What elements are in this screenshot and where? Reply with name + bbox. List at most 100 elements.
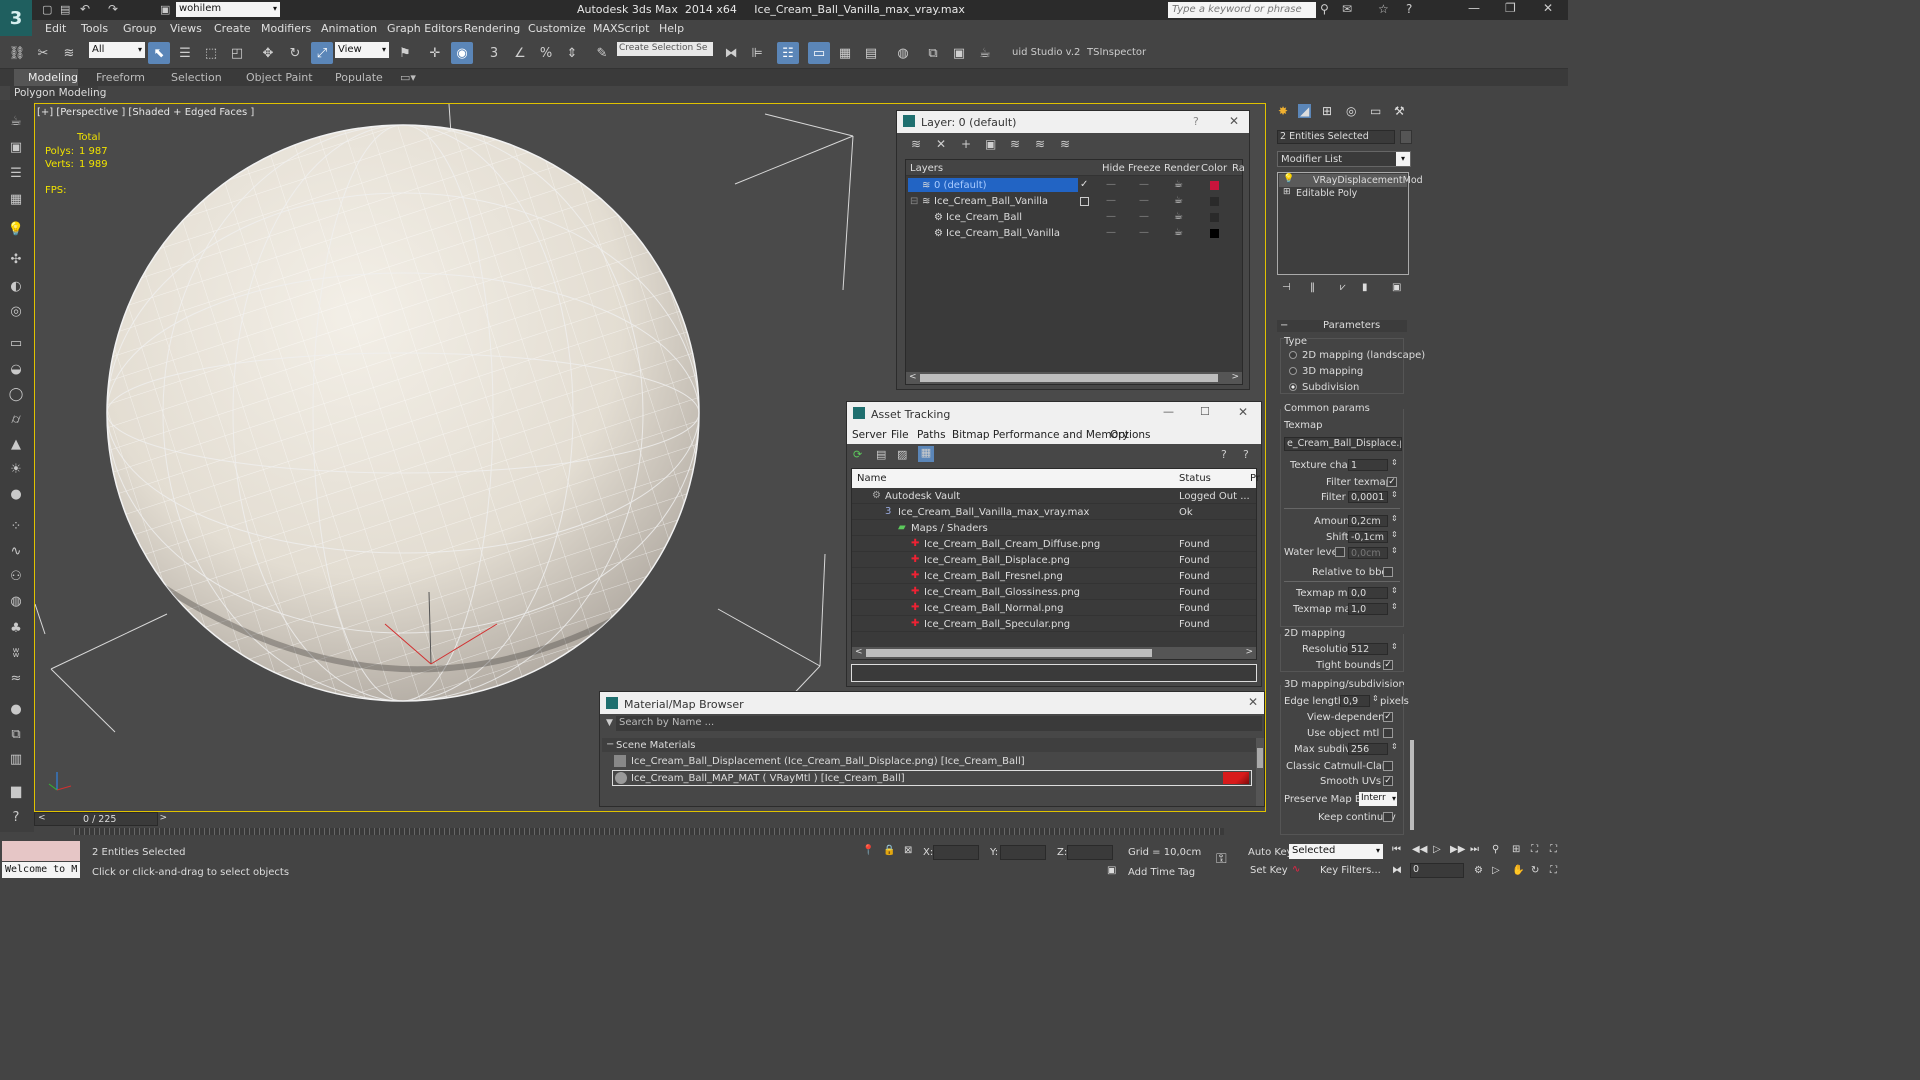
asset-row[interactable]: ▰ Maps / Shaders xyxy=(852,521,1256,536)
orbit-icon[interactable]: ↻ xyxy=(1531,865,1539,876)
zoom-all-icon[interactable]: ⊞ xyxy=(1512,844,1520,855)
named-selection-dropdown[interactable]: Create Selection Se xyxy=(617,42,713,56)
communication-icon[interactable]: ✉ xyxy=(1342,2,1352,16)
sphere-icon[interactable]: ◯ xyxy=(5,383,27,405)
menu-modifiers[interactable]: Modifiers xyxy=(261,22,311,35)
favorites-icon[interactable]: ☆ xyxy=(1378,2,1389,16)
key-mode-toggle-icon[interactable]: ⧓ xyxy=(1392,865,1402,876)
show-end-result-icon[interactable]: ‖ xyxy=(1310,282,1315,293)
question-icon[interactable]: ? xyxy=(5,806,27,828)
layer-row[interactable]: ⚙ Ice_Cream_Ball — — ☕ xyxy=(906,210,1242,225)
help-icon[interactable]: ? xyxy=(1406,2,1412,16)
next-frame-icon[interactable]: > xyxy=(159,813,167,823)
current-layer-checkbox[interactable] xyxy=(1080,197,1089,206)
spline-icon[interactable]: ∿ xyxy=(5,540,27,562)
globe-icon[interactable]: ◍ xyxy=(5,590,27,612)
play-icon[interactable]: ▷ xyxy=(1433,844,1441,855)
ribbon-options-icon[interactable]: ▭▾ xyxy=(400,71,416,84)
maxscript-input[interactable]: Welcome to M xyxy=(2,862,80,878)
modify-tab-icon[interactable]: ◢ xyxy=(1298,104,1312,118)
menu-help[interactable]: Help xyxy=(659,22,684,35)
asset-row[interactable]: ✚ Ice_Cream_Ball_Cream_Diffuse.png Found xyxy=(852,537,1256,552)
align-icon[interactable]: ⊫ xyxy=(746,42,768,64)
scroll-thumb[interactable] xyxy=(866,649,1152,657)
layer-dialog-titlebar[interactable]: Layer: 0 (default) ? ✕ xyxy=(897,111,1249,133)
freeze-toggle-icon[interactable]: — xyxy=(1139,195,1149,206)
isolate-selection-icon[interactable]: 📍 xyxy=(862,845,874,856)
menu-graph-editors[interactable]: Graph Editors xyxy=(387,22,463,35)
relative-bbox-checkbox[interactable] xyxy=(1383,567,1393,577)
freeze-toggle-icon[interactable]: — xyxy=(1139,227,1149,238)
make-unique-icon[interactable]: ⩗ xyxy=(1340,282,1346,293)
menu-maxscript[interactable]: MAXScript xyxy=(593,22,649,35)
new-file-icon[interactable]: ▢ xyxy=(42,3,52,16)
close-icon[interactable]: ✕ xyxy=(1543,1,1553,15)
next-key-icon[interactable]: ▶▶ xyxy=(1450,844,1465,855)
view-dependent-checkbox[interactable]: ✓ xyxy=(1383,712,1393,722)
selection-name-field[interactable]: 2 Entities Selected xyxy=(1277,130,1395,144)
col-status[interactable]: Status xyxy=(1179,473,1211,484)
uv-icon[interactable]: ⧉ xyxy=(5,723,27,745)
chevron-down-icon[interactable]: ▼ xyxy=(606,718,613,728)
spinner-icon[interactable]: ⇕ xyxy=(1391,514,1398,523)
spinner-icon[interactable]: ⇕ xyxy=(1391,642,1398,651)
expand-icon[interactable]: ⊞ xyxy=(1283,187,1291,197)
prev-frame-icon[interactable]: < xyxy=(38,813,46,823)
asset-horizontal-scrollbar[interactable]: < > xyxy=(852,647,1256,659)
asset-row[interactable]: ✚ Ice_Cream_Ball_Specular.png Found xyxy=(852,617,1256,632)
maximize-icon[interactable]: ☐ xyxy=(1200,405,1210,418)
shading-sphere-icon[interactable]: ● xyxy=(5,698,27,720)
scene-materials-group[interactable]: − Scene Materials xyxy=(602,738,1256,752)
edit-named-selection-icon[interactable]: ✎ xyxy=(591,42,613,64)
freeze-toggle-icon[interactable]: — xyxy=(1139,179,1149,190)
select-in-layer-icon[interactable]: ▣ xyxy=(985,137,996,151)
project-dropdown[interactable]: wohilem ▾ xyxy=(176,2,280,17)
maximize-viewport-icon[interactable]: ⛶ xyxy=(1550,865,1557,876)
col-layers[interactable]: Layers xyxy=(910,163,943,174)
col-name[interactable]: Name xyxy=(857,473,887,484)
utilities-tab-icon[interactable]: ⚒ xyxy=(1394,104,1405,118)
curve-editor-icon[interactable]: ▦ xyxy=(834,42,856,64)
preserve-map-dropdown[interactable]: Interr ▾ xyxy=(1359,792,1397,806)
bind-space-warp-icon[interactable]: ≋ xyxy=(58,42,80,64)
maxscript-listener[interactable] xyxy=(2,841,80,861)
list-view-icon[interactable]: ▤ xyxy=(876,448,886,461)
material-item[interactable]: Ice_Cream_Ball_Displacement (Ice_Cream_B… xyxy=(612,754,1252,769)
water-level-input[interactable]: 0,0cm xyxy=(1348,547,1388,559)
teapot-icon[interactable]: ☕ xyxy=(5,110,27,132)
scroll-left-icon[interactable]: < xyxy=(855,647,863,657)
scroll-right-icon[interactable]: > xyxy=(1245,647,1253,657)
key-mode-dropdown[interactable]: Selected ▾ xyxy=(1289,844,1383,859)
ribbon-toggle-icon[interactable]: ▭ xyxy=(808,42,830,64)
undo-icon[interactable]: ↶ xyxy=(80,2,90,16)
asset-row[interactable]: ✚ Ice_Cream_Ball_Displace.png Found xyxy=(852,553,1256,568)
radio-2d-mapping[interactable] xyxy=(1289,351,1297,359)
max-subdivs-input[interactable]: 256 xyxy=(1348,743,1388,755)
menu-rendering[interactable]: Rendering xyxy=(464,22,520,35)
restore-icon[interactable]: ❐ xyxy=(1505,1,1516,15)
particle-icon[interactable]: ⁘ xyxy=(5,515,27,537)
material-item-selected[interactable]: Ice_Cream_Ball_MAP_MAT ( VRayMtl ) [Ice_… xyxy=(612,770,1252,786)
layer-row[interactable]: ⚙ Ice_Cream_Ball_Vanilla — — ☕ xyxy=(906,226,1242,241)
render-icon[interactable]: ▣ xyxy=(5,136,27,158)
menu-options[interactable]: Options xyxy=(1110,429,1151,441)
render-production-icon[interactable]: ☕ xyxy=(974,42,996,64)
render-setup-icon[interactable]: ⧉ xyxy=(922,42,944,64)
filter-blur-input[interactable]: 0,0001 xyxy=(1348,491,1388,503)
layer-row[interactable]: ≋ 0 (default) ✓ — — ☕ xyxy=(906,178,1242,193)
spinner-icon[interactable]: ⇕ xyxy=(1372,694,1379,703)
scale-icon[interactable]: ⤢ xyxy=(311,42,333,64)
dome-icon[interactable]: ◒ xyxy=(5,358,27,380)
table-view-icon[interactable]: ▦ xyxy=(918,446,934,462)
add-to-layer-icon[interactable]: + xyxy=(961,137,971,151)
layer-dialog-help-button[interactable]: ? xyxy=(1193,115,1199,128)
filter-texmap-checkbox[interactable]: ✓ xyxy=(1387,477,1397,487)
freeze-toggle-icon[interactable]: — xyxy=(1139,211,1149,222)
zoom-extents-icon[interactable]: ⛶ xyxy=(1531,844,1538,855)
menu-bitmap-performance[interactable]: Bitmap Performance and Memory xyxy=(952,429,1129,441)
modifier-stack-item[interactable]: 💡 VRayDisplacementMod xyxy=(1279,174,1423,187)
catmull-clark-checkbox[interactable] xyxy=(1383,761,1393,771)
layer-row[interactable]: ⊟ ≋ Ice_Cream_Ball_Vanilla — — ☕ xyxy=(906,194,1242,209)
sun-icon[interactable]: ☀ xyxy=(5,458,27,480)
help-icon[interactable]: ? xyxy=(1221,448,1227,461)
